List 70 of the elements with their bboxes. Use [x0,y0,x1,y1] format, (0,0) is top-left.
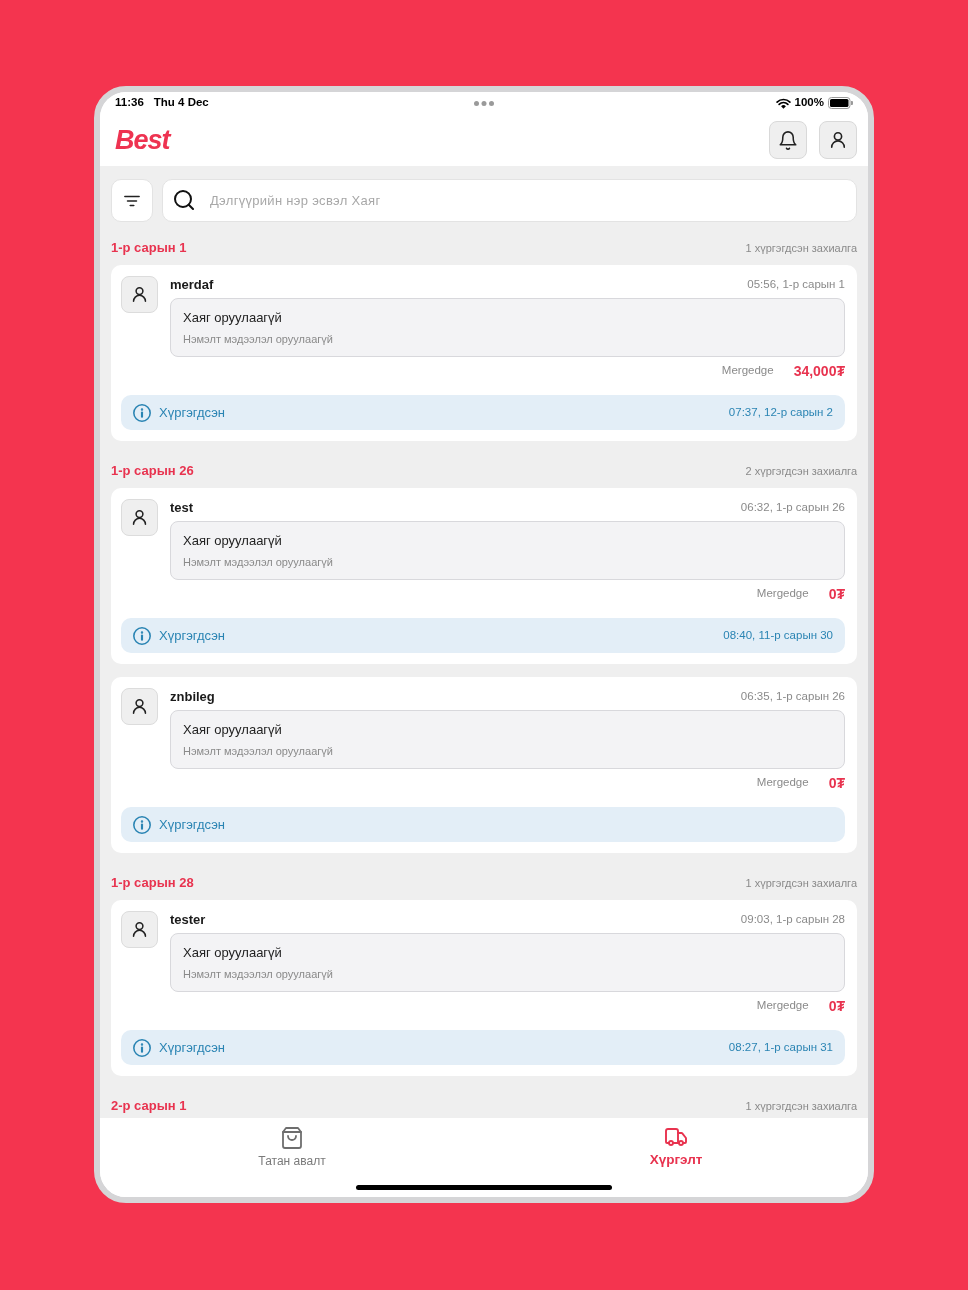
order-amount: 34,000₮ [793,361,845,381]
note-text: Нэмэлт мэдээлэл оруулаагүй [183,966,333,982]
search-field[interactable]: Дэлгүүрийн нэр эсвэл Хаяг [162,179,857,222]
address-text: Хаяг оруулаагүй [183,944,282,962]
note-text: Нэмэлт мэдээлэл оруулаагүй [183,743,333,759]
customer-name: tester [170,911,206,930]
clock-date: Thu 4 Dec [153,95,209,111]
delivered-time: 07:37, 12-р сарын 2 [728,404,833,420]
order-card[interactable]: tester 09:03, 1-р сарын 28 Хаяг оруулаагүй Нэмэлт мэдээлэл оруулаагүй Mergedge 0₮ Хүргэгдсэн 08:27, 1-р сарын 31 [111,900,857,1076]
order-time: 06:35, 1-р сарын 26 [740,689,845,705]
multitask-dots-icon[interactable] [474,100,494,106]
filter-button[interactable] [111,179,153,222]
group-summary: 1 хүргэгдсэн захиалга [745,875,857,891]
delivery-method: Mergedge [756,998,809,1014]
status-text: Хүргэгдсэн [159,1038,225,1057]
order-amount: 0₮ [828,996,845,1016]
delivery-method: Mergedge [756,775,809,791]
filter-icon [124,194,140,207]
info-icon [133,1038,151,1057]
nav-tab[interactable]: Татан авалт [258,1127,326,1170]
delivery-method: Mergedge [721,363,774,379]
search-icon [174,190,194,210]
order-card[interactable]: test 06:32, 1-р сарын 26 Хаяг оруулаагүй Нэмэлт мэдээлэл оруулаагүй Mergedge 0₮ Хүргэгдсэн 08:40, 11-р сарын 30 [111,488,857,664]
battery-icon [828,97,853,109]
order-amount: 0₮ [828,584,845,604]
delivered-time: 08:27, 1-р сарын 31 [728,1039,833,1055]
clock-time: 11:36 [115,95,144,111]
avatar-icon [121,276,158,313]
avatar-icon [121,688,158,725]
group-summary: 1 хүргэгдсэн захиалга [745,1098,857,1114]
info-icon [133,815,151,834]
order-amount: 0₮ [828,773,845,793]
wifi-icon [775,97,791,109]
order-time: 09:03, 1-р сарын 28 [740,912,845,928]
notifications-button[interactable] [769,121,807,159]
address-text: Хаяг оруулаагүй [183,721,282,739]
status-text: Хүргэгдсэн [159,626,225,645]
info-icon [133,626,151,645]
delivery-method: Mergedge [756,586,809,602]
note-text: Нэмэлт мэдээлэл оруулаагүй [183,331,333,347]
customer-name: znbileg [170,688,215,707]
date-heading: 2-р сарын 1 [111,1097,187,1116]
customer-name: test [170,499,194,518]
avatar-icon [121,499,158,536]
delivered-time: 08:40, 11-р сарын 30 [723,627,833,643]
order-time: 05:56, 1-р сарын 1 [747,277,845,293]
date-heading: 1-р сарын 1 [111,239,187,258]
group-summary: 2 хүргэгдсэн захиалга [745,463,857,479]
nav-tab[interactable]: Хүргэлт [649,1127,703,1171]
status-text: Хүргэгдсэн [159,815,225,834]
battery-percent: 100% [794,95,824,111]
order-card[interactable]: znbileg 06:35, 1-р сарын 26 Хаяг оруулаагүй Нэмэлт мэдээлэл оруулаагүй Mergedge 0₮ Хүргэгдсэн [111,677,857,853]
date-heading: 1-р сарын 26 [111,462,194,481]
avatar-icon [121,911,158,948]
address-text: Хаяг оруулаагүй [183,309,282,327]
order-card[interactable]: merdaf 05:56, 1-р сарын 1 Хаяг оруулаагүй Нэмэлт мэдээлэл оруулаагүй Mergedge 34,000₮ Хүргэгдсэн 07:37, 12-р сарын 2 [111,265,857,441]
status-text: Хүргэгдсэн [159,403,225,422]
app-logo: Best [115,126,170,154]
group-summary: 1 хүргэгдсэн захиалга [745,240,857,256]
shopping-bag-icon [282,1127,302,1149]
user-icon [829,131,847,149]
order-time: 06:32, 1-р сарын 26 [740,500,845,516]
date-heading: 1-р сарын 28 [111,874,194,893]
customer-name: merdaf [170,276,214,295]
bell-icon [779,130,797,150]
truck-icon [665,1127,687,1147]
address-text: Хаяг оруулаагүй [183,532,282,550]
profile-button[interactable] [819,121,857,159]
note-text: Нэмэлт мэдээлэл оруулаагүй [183,554,333,570]
info-icon [133,403,151,422]
